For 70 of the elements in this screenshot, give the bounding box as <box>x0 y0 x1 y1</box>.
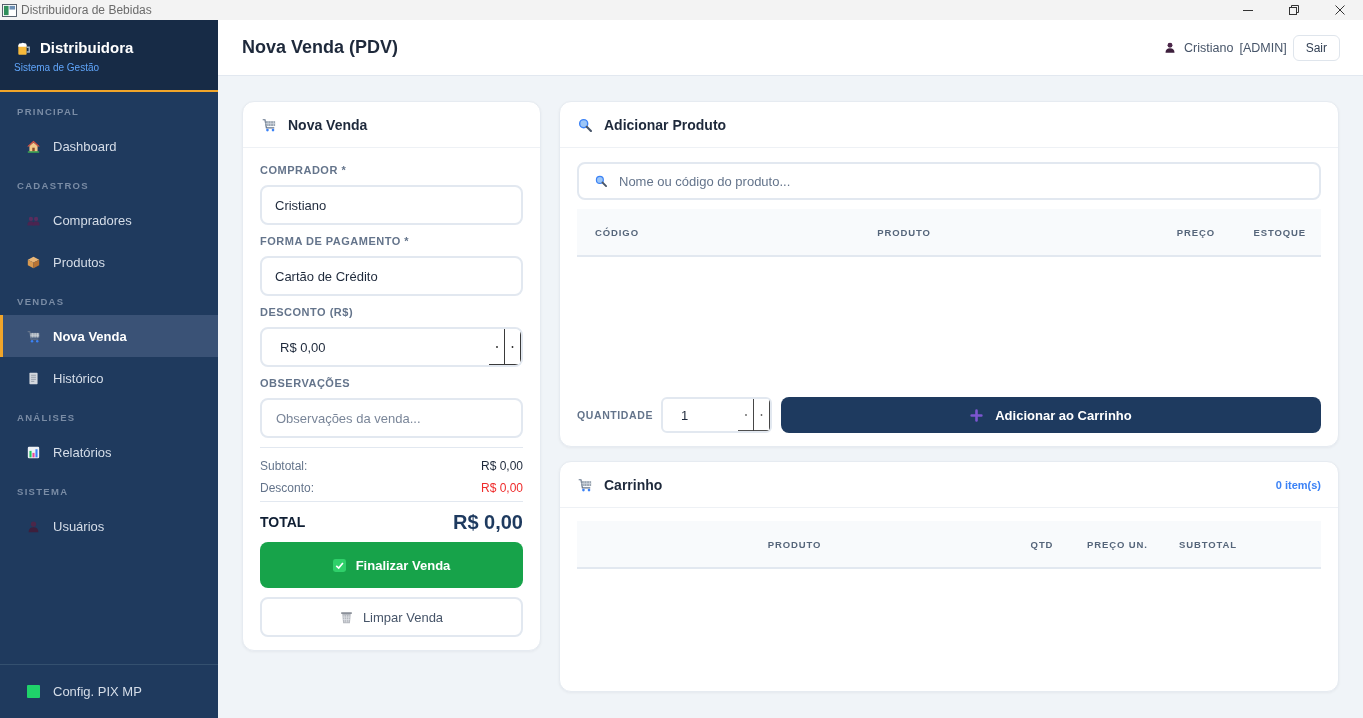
add-to-cart-button[interactable]: Adicionar ao Carrinho <box>781 397 1321 433</box>
stepper-icon[interactable] <box>489 329 521 365</box>
close-icon[interactable] <box>1335 5 1345 15</box>
search-icon <box>578 117 592 132</box>
section-title: ANÁLISES <box>16 411 77 425</box>
page-title: Nova Venda (PDV) <box>242 37 399 58</box>
column-header: CÓDIGO <box>594 226 640 238</box>
restore-icon[interactable] <box>1289 5 1299 15</box>
user-name: Cristiano <box>1184 40 1234 55</box>
column-header: PREÇO UN. <box>1086 538 1149 550</box>
beer-mug-icon <box>17 40 31 56</box>
stepper-icon[interactable] <box>738 399 770 431</box>
cart-icon <box>578 477 592 492</box>
panel-title: Nova Venda <box>288 116 368 133</box>
summary-value: R$ 0,00 <box>480 459 523 473</box>
column-header: ESTOQUE <box>1252 226 1307 238</box>
nav-item[interactable]: Relatórios <box>0 431 218 473</box>
text-field[interactable]: Observações da venda... <box>260 398 523 438</box>
select-field[interactable]: Cristiano <box>260 185 523 225</box>
window-title: Distribuidora de Bebidas <box>21 3 152 17</box>
cart-icon <box>262 117 276 132</box>
house-icon <box>27 139 40 153</box>
section-title: SISTEMA <box>16 485 70 499</box>
total-label: TOTAL <box>260 514 306 530</box>
summary-value: R$ 0,00 <box>480 481 523 495</box>
package-icon <box>27 255 40 269</box>
field-label: FORMA DE PAGAMENTO * <box>260 234 411 248</box>
field-label: DESCONTO (R$) <box>260 305 355 319</box>
panel-title: Adicionar Produto <box>604 116 727 133</box>
nav-item[interactable]: Compradores <box>0 199 218 241</box>
summary-label: Desconto: <box>260 481 315 495</box>
bar-chart-icon <box>27 445 40 459</box>
nav-item[interactable]: Nova Venda <box>0 315 218 357</box>
column-header: PRODUTO <box>766 538 823 550</box>
user-role: [ADMIN] <box>1239 40 1287 55</box>
field-label: COMPRADOR * <box>260 163 348 177</box>
logout-button[interactable]: Sair <box>1292 34 1340 61</box>
select-field[interactable]: Cartão de Crédito <box>260 256 523 296</box>
document-icon <box>27 371 40 385</box>
square-icon <box>27 684 40 698</box>
brand-name: Distribuidora <box>40 39 134 57</box>
field-label: OBSERVAÇÕES <box>260 376 352 390</box>
column-header: PRODUTO <box>876 226 932 238</box>
clear-sale-button[interactable]: Limpar Venda <box>260 597 523 637</box>
plus-icon <box>970 408 984 422</box>
panel-title: Carrinho <box>604 476 663 493</box>
quantity-label: QUANTIDADE <box>577 409 653 421</box>
section-title: VENDAS <box>16 295 66 309</box>
column-header: PREÇO <box>1175 226 1216 238</box>
total-value: R$ 0,00 <box>452 510 523 534</box>
column-header: QTD <box>1029 538 1055 550</box>
nav-item[interactable]: Histórico <box>0 357 218 399</box>
summary-label: Subtotal: <box>260 459 308 473</box>
nav-item[interactable]: Produtos <box>0 241 218 283</box>
nav-item[interactable]: Dashboard <box>0 125 218 167</box>
check-icon <box>332 558 346 572</box>
quantity-field[interactable]: 1 <box>661 397 772 433</box>
nav-item[interactable]: Usuários <box>0 505 218 547</box>
nav-item[interactable]: Config. PIX MP <box>0 670 218 712</box>
brand-subtitle: Sistema de Gestão <box>14 61 101 75</box>
section-title: CADASTROS <box>16 179 90 193</box>
column-header: SUBTOTAL <box>1178 538 1239 550</box>
search-field[interactable]: Nome ou código do produto... <box>577 162 1321 200</box>
number-field[interactable]: R$ 0,00 <box>260 327 523 367</box>
trash-icon <box>339 610 353 624</box>
user-icon <box>27 519 40 533</box>
item-count: 0 item(s) <box>1275 478 1321 491</box>
user-icon <box>1164 41 1177 54</box>
section-title: PRINCIPAL <box>16 105 81 119</box>
cart-icon <box>27 329 40 343</box>
